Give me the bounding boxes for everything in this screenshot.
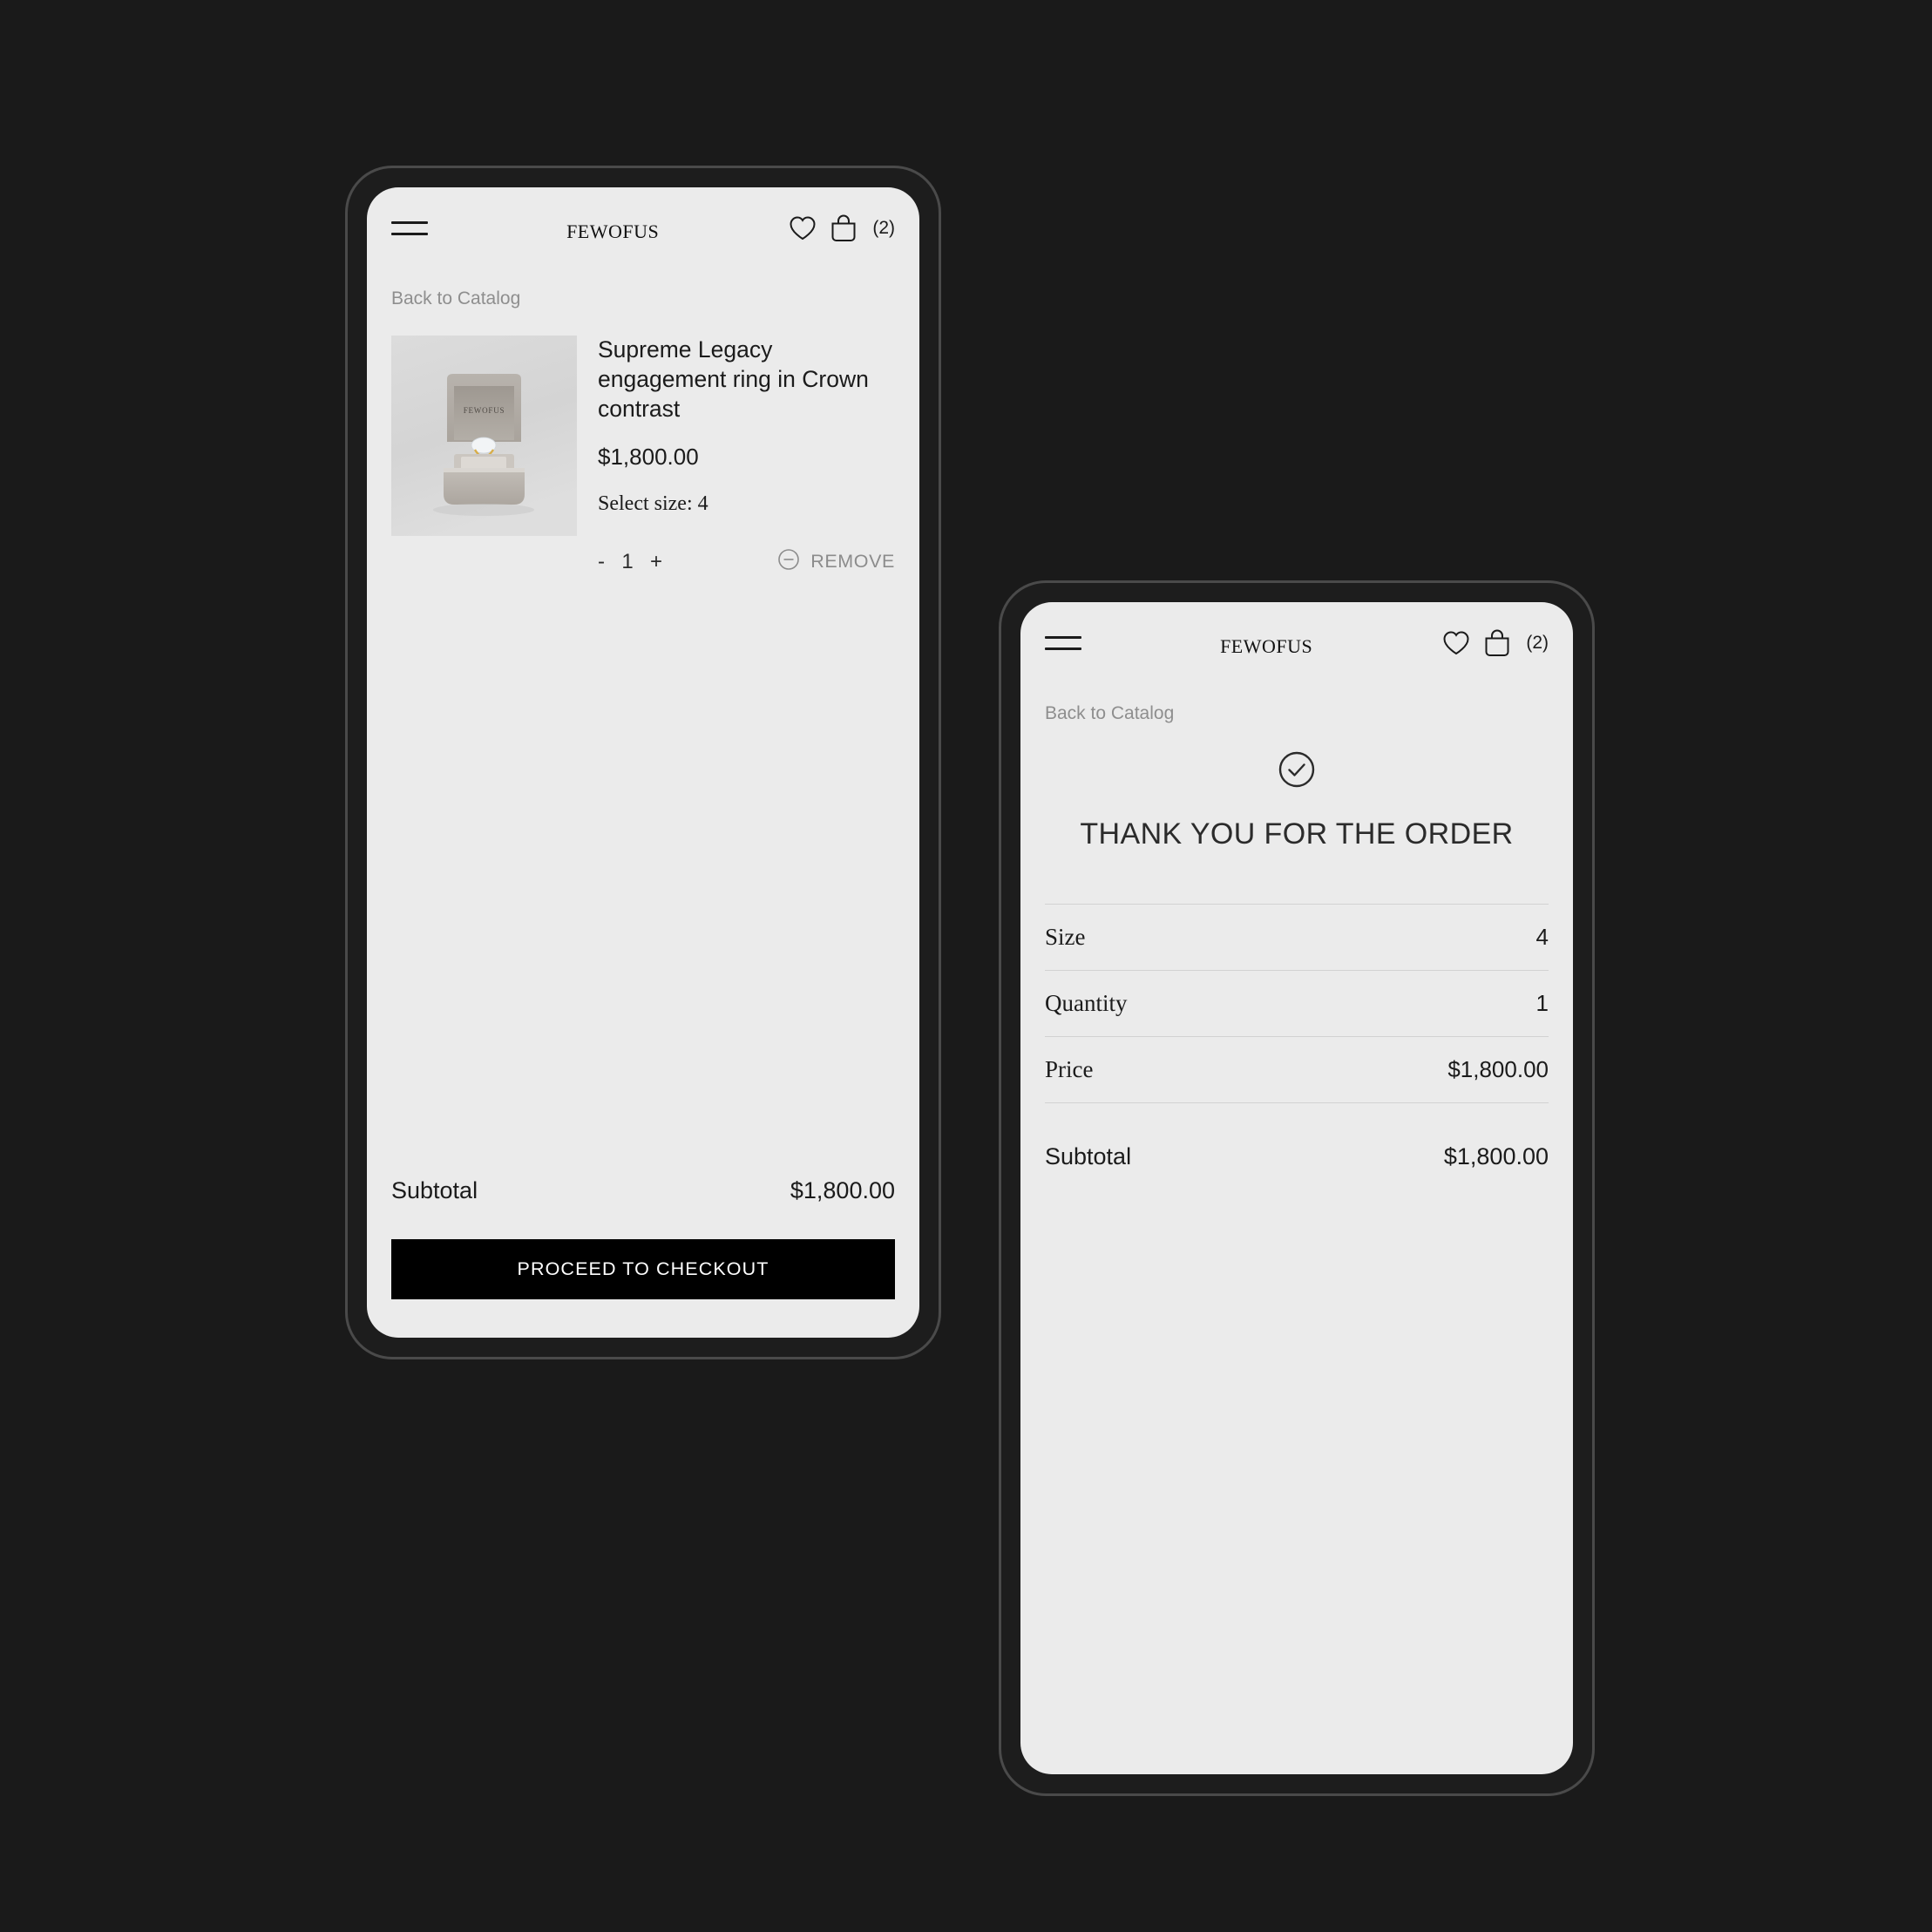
confirmation-subtotal-value: $1,800.00 xyxy=(1443,1143,1549,1169)
remove-item-button[interactable]: REMOVE xyxy=(777,548,895,576)
quantity-decrement-button[interactable]: - xyxy=(598,550,605,574)
minus-circle-icon xyxy=(777,548,800,576)
product-info: Supreme Legacy engagement ring in Crown … xyxy=(598,336,895,576)
confirmation-screen: FewOfUs (2) Back to Catalog xyxy=(1020,602,1573,1774)
shopping-bag-icon[interactable] xyxy=(1484,628,1510,658)
cart-subtotal-value: $1,800.00 xyxy=(790,1177,895,1203)
breadcrumb-back-to-catalog[interactable]: Back to Catalog xyxy=(367,262,919,309)
quantity-increment-button[interactable]: + xyxy=(650,550,662,574)
summary-label-size: Size xyxy=(1045,924,1086,950)
brand-logo[interactable]: FewOfUs xyxy=(428,215,789,242)
breadcrumb-back-to-catalog[interactable]: Back to Catalog xyxy=(1020,677,1573,724)
quantity-stepper: - 1 + xyxy=(598,550,662,574)
phone-frame-cart: FewOfUs (2) Back to Catalog xyxy=(345,166,941,1359)
app-bar-actions: (2) xyxy=(1442,628,1549,658)
cart-line-item: FEWOFUS Supreme Legacy engagement ring i… xyxy=(367,309,919,576)
product-price: $1,800.00 xyxy=(598,443,699,470)
proceed-to-checkout-button[interactable]: PROCEED TO CHECKOUT xyxy=(391,1239,895,1299)
hamburger-menu-icon[interactable] xyxy=(1045,632,1081,654)
summary-row-quantity: Quantity 1 xyxy=(1045,971,1549,1037)
order-success-block: THANK YOU FOR THE ORDER xyxy=(1020,724,1573,851)
summary-label-price: Price xyxy=(1045,1056,1094,1082)
summary-row-size: Size 4 xyxy=(1045,905,1549,971)
shopping-bag-icon[interactable] xyxy=(830,214,857,243)
cart-screen: FewOfUs (2) Back to Catalog xyxy=(367,187,919,1338)
app-bar-confirmation: FewOfUs (2) xyxy=(1020,602,1573,677)
product-controls: - 1 + REMOVE xyxy=(598,548,895,576)
cart-subtotal-row: Subtotal $1,800.00 xyxy=(367,1177,919,1204)
thank-you-heading: THANK YOU FOR THE ORDER xyxy=(1080,817,1514,851)
check-circle-icon xyxy=(1278,750,1316,793)
quantity-value: 1 xyxy=(621,549,634,573)
order-summary-table: Size 4 Quantity 1 Price $1,800.00 xyxy=(1045,904,1549,1103)
cart-subtotal-label: Subtotal xyxy=(391,1177,478,1203)
cart-count-badge: (2) xyxy=(872,218,895,238)
summary-value-price: $1,800.00 xyxy=(1447,1056,1549,1082)
product-size-selector[interactable]: Select size: 4 xyxy=(598,492,895,516)
cart-spacer xyxy=(367,576,919,1177)
summary-value-quantity: 1 xyxy=(1535,990,1549,1016)
app-bar-actions: (2) xyxy=(789,214,895,243)
phone-frame-confirmation: FewOfUs (2) Back to Catalog xyxy=(999,580,1595,1796)
heart-icon[interactable] xyxy=(789,215,817,241)
hamburger-menu-icon[interactable] xyxy=(391,217,428,240)
remove-label: REMOVE xyxy=(810,551,895,573)
summary-row-price: Price $1,800.00 xyxy=(1045,1037,1549,1103)
product-image-brand-stamp: FEWOFUS xyxy=(464,406,505,415)
heart-icon[interactable] xyxy=(1442,630,1470,656)
confirmation-subtotal-row: Subtotal $1,800.00 xyxy=(1020,1103,1573,1170)
summary-label-quantity: Quantity xyxy=(1045,990,1128,1016)
app-bar: FewOfUs (2) xyxy=(367,187,919,262)
product-thumbnail-image[interactable]: FEWOFUS xyxy=(391,336,577,536)
confirmation-subtotal-label: Subtotal xyxy=(1045,1143,1132,1169)
confirmation-spacer xyxy=(1020,1170,1573,1774)
product-title[interactable]: Supreme Legacy engagement ring in Crown … xyxy=(598,336,895,424)
summary-value-size: 4 xyxy=(1535,924,1549,950)
cart-count-badge: (2) xyxy=(1526,633,1549,653)
brand-logo[interactable]: FewOfUs xyxy=(1081,630,1442,657)
